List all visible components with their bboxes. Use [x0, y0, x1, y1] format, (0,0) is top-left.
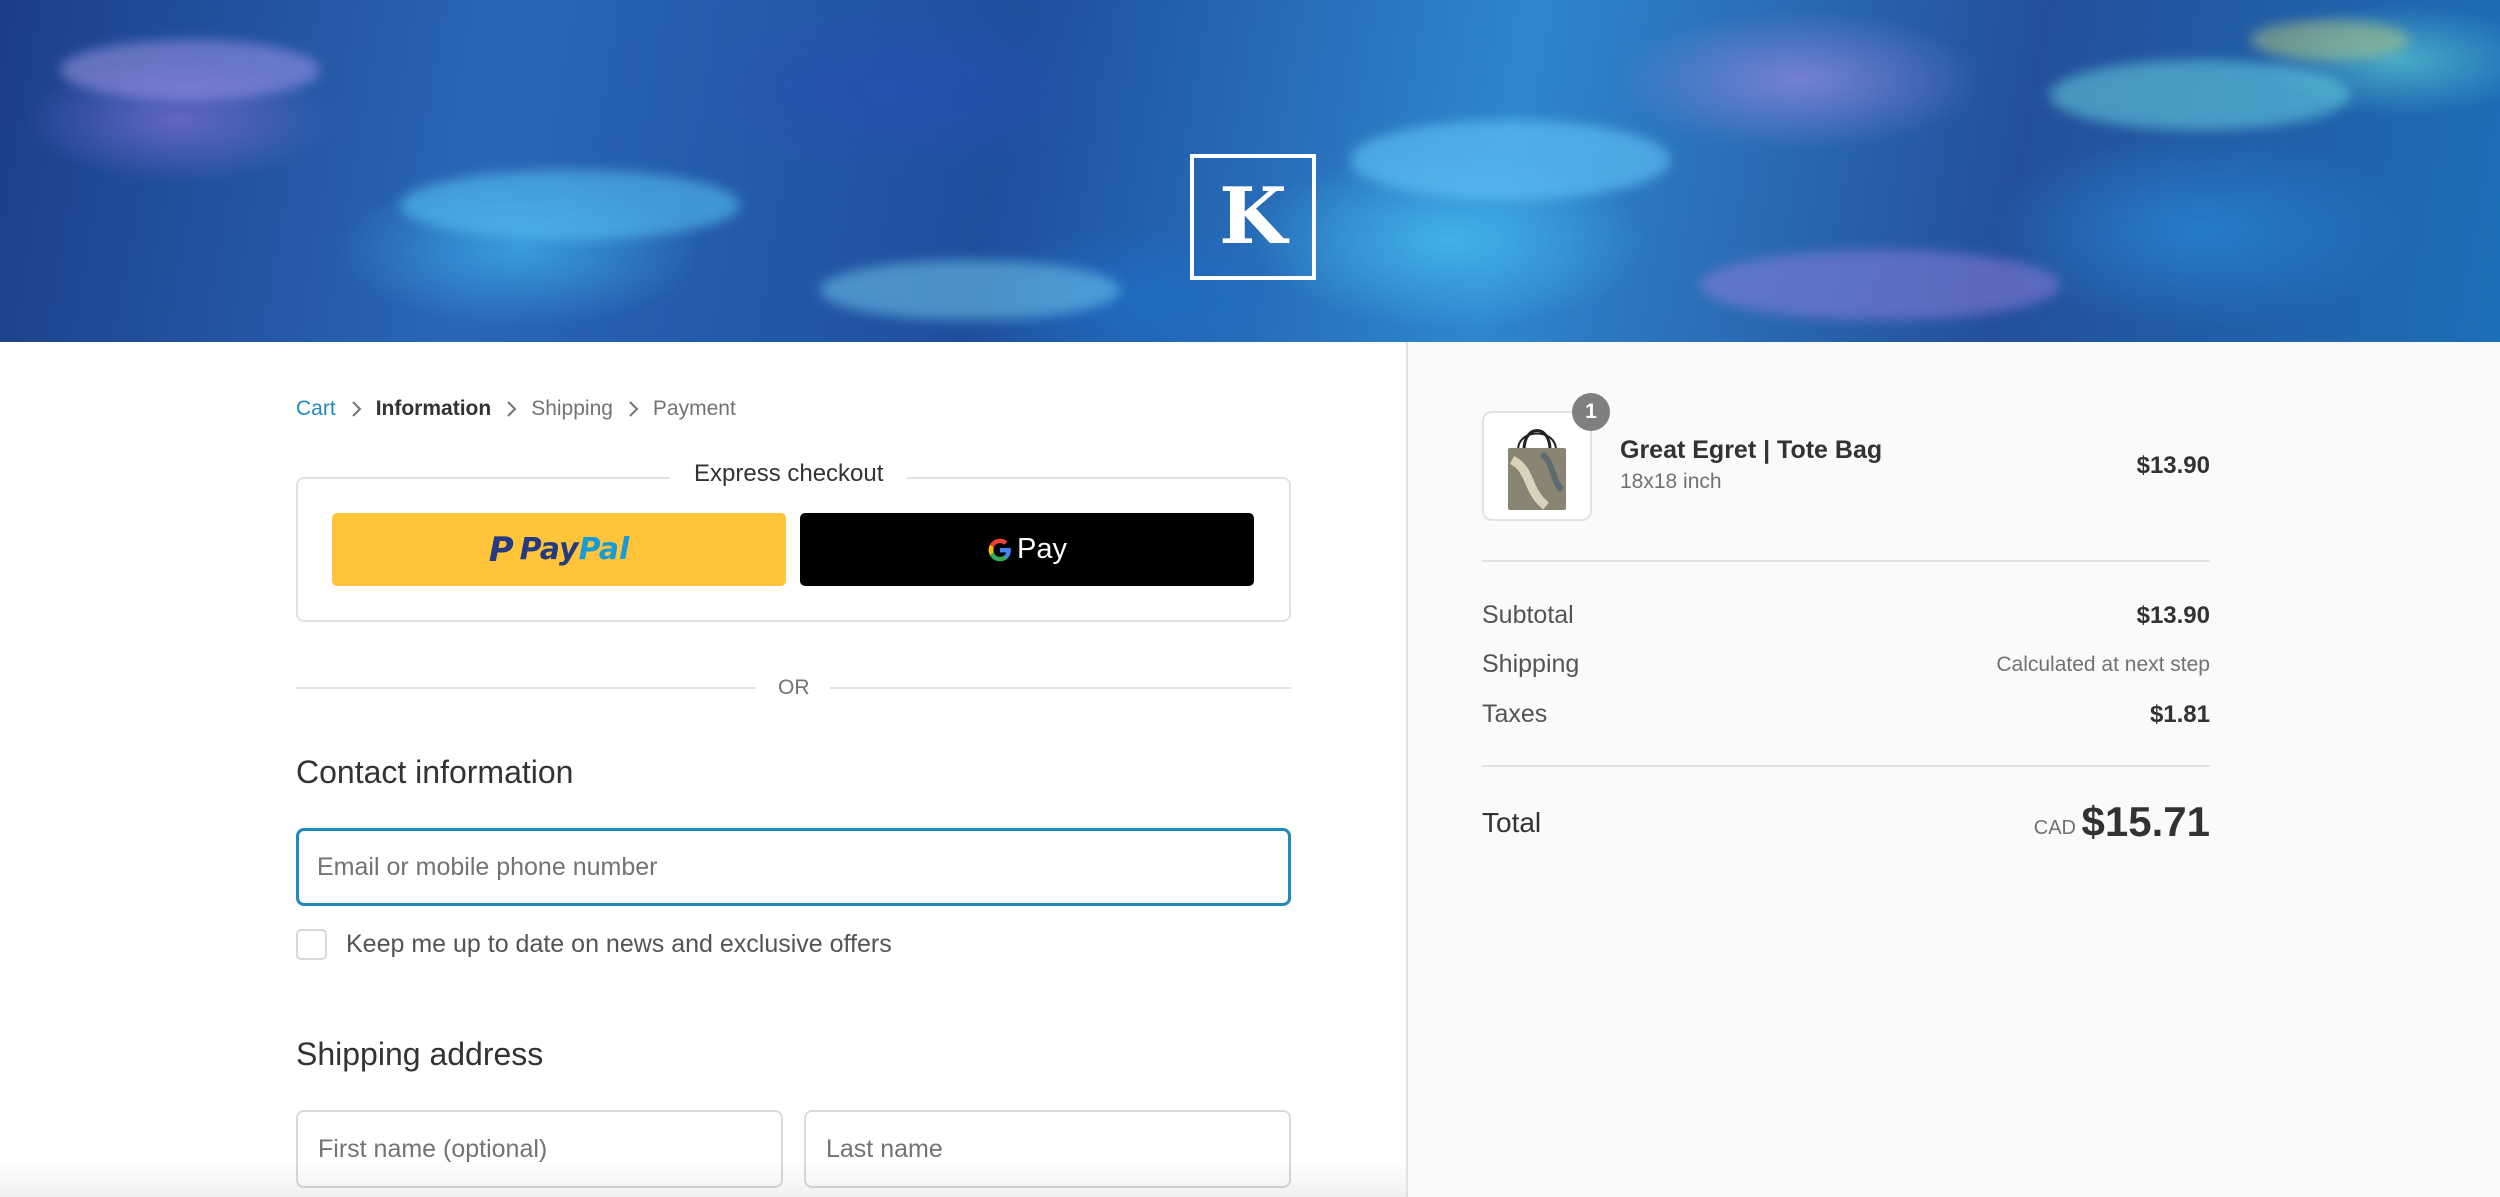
summary-divider	[1482, 765, 2210, 767]
newsletter-checkbox[interactable]	[296, 929, 327, 960]
breadcrumb-information: Information	[375, 397, 492, 420]
header-banner: K	[0, 0, 2500, 342]
product-price: $13.90	[2136, 452, 2210, 479]
breadcrumb: Cart Information Shipping Payment	[296, 394, 736, 424]
taxes-value: $1.81	[2149, 701, 2210, 728]
subtotal-label: Subtotal	[1482, 601, 1574, 629]
paypal-word-pal: Pal	[578, 532, 630, 567]
chevron-right-icon	[336, 400, 376, 418]
banner-texture	[1700, 250, 2060, 320]
breadcrumb-cart[interactable]: Cart	[296, 397, 336, 421]
google-pay-label: Pay	[1017, 533, 1067, 565]
breadcrumb-shipping: Shipping	[531, 397, 613, 420]
banner-texture	[400, 170, 740, 240]
contact-information-title: Contact information	[296, 754, 574, 790]
last-name-input[interactable]	[804, 1110, 1291, 1188]
banner-texture	[60, 40, 320, 100]
total-value: $15.71	[2081, 798, 2210, 845]
summary-divider	[1482, 560, 2210, 562]
express-checkout-title: Express checkout	[670, 460, 908, 488]
taxes-label: Taxes	[1482, 700, 1548, 728]
store-logo[interactable]: K	[1190, 154, 1316, 280]
first-name-input[interactable]	[296, 1110, 783, 1188]
store-logo-letter: K	[1219, 171, 1287, 262]
paypal-button[interactable]: P PayPal	[332, 513, 786, 586]
shipping-value: Calculated at next step	[1996, 653, 2210, 676]
paypal-word-pay: Pay	[519, 532, 579, 567]
or-divider-left	[296, 687, 756, 689]
paypal-wordmark: PayPal	[520, 532, 630, 567]
shipping-address-title: Shipping address	[296, 1036, 544, 1072]
quantity-badge: 1	[1572, 393, 1610, 431]
chevron-right-icon	[613, 400, 653, 418]
total-currency: CAD	[2033, 817, 2076, 839]
product-variant: 18x18 inch	[1620, 470, 1722, 493]
chevron-right-icon	[491, 400, 531, 418]
banner-texture	[2250, 20, 2410, 60]
banner-texture	[820, 260, 1120, 320]
shipping-label: Shipping	[1482, 650, 1580, 678]
breadcrumb-payment: Payment	[652, 397, 736, 420]
google-g-icon	[988, 538, 1011, 561]
total-label: Total	[1482, 807, 1542, 838]
newsletter-checkbox-label[interactable]: Keep me up to date on news and exclusive…	[346, 930, 892, 959]
paypal-icon: P	[488, 529, 514, 570]
tote-bag-image	[1508, 429, 1566, 510]
subtotal-value: $13.90	[2136, 602, 2210, 629]
google-pay-button[interactable]: Pay	[800, 513, 1254, 586]
product-thumbnail	[1482, 411, 1592, 521]
email-or-phone-input[interactable]	[296, 828, 1291, 906]
banner-texture	[1350, 120, 1670, 200]
product-name: Great Egret | Tote Bag	[1620, 436, 1883, 464]
banner-texture	[2050, 60, 2350, 130]
or-divider-right	[830, 687, 1291, 689]
or-divider-text: OR	[778, 676, 810, 699]
